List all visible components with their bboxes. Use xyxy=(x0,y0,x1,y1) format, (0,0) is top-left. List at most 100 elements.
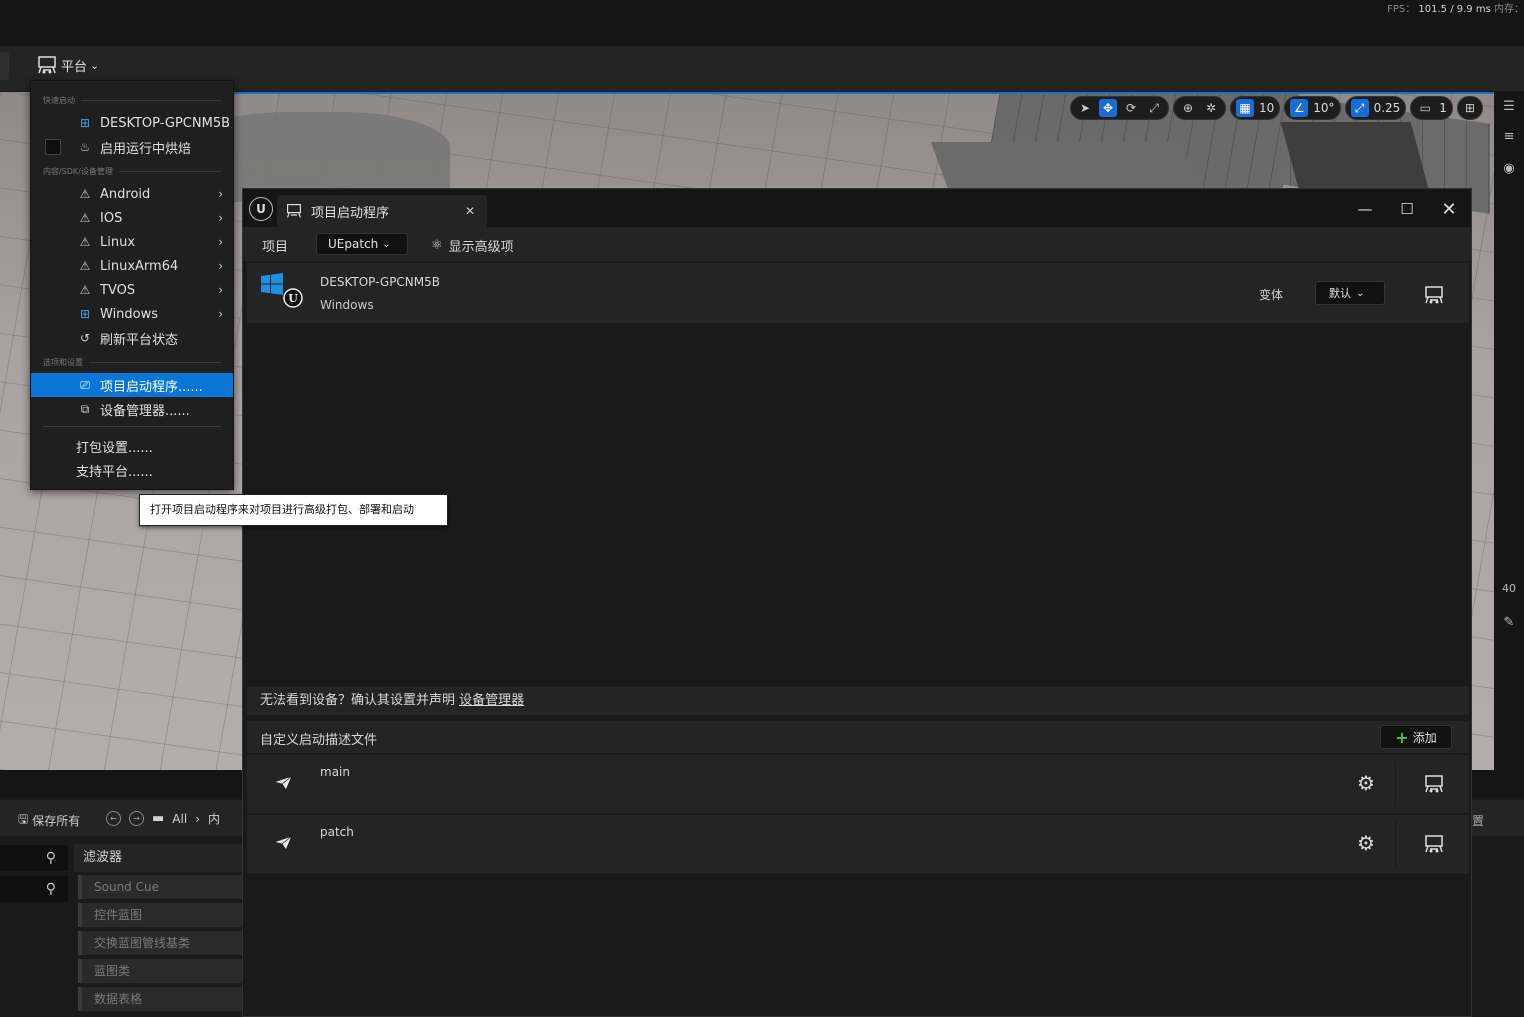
refresh-icon: ↺ xyxy=(79,331,91,345)
project-value: UEpatch xyxy=(328,237,379,251)
toolbar-handle[interactable] xyxy=(0,52,9,80)
back-icon[interactable]: ← xyxy=(106,811,121,826)
camera-icon[interactable]: ▭ xyxy=(1416,99,1434,117)
section-quick-launch: 快速启动 xyxy=(43,95,221,106)
search-icon: ⚲ xyxy=(45,850,56,866)
menu-item-label: 打包设置...... xyxy=(76,440,153,456)
filter-icon[interactable]: ≡ xyxy=(1497,124,1521,148)
menu-item-project-launcher[interactable]: ⎚ 项目启动程序...... xyxy=(31,373,233,397)
select-icon[interactable]: ➤ xyxy=(1076,99,1094,117)
menu-item-linuxarm64[interactable]: ⚠ LinuxArm64 › xyxy=(31,254,233,278)
tab-project-launcher[interactable]: 项目启动程序 ✕ xyxy=(277,195,487,227)
menu-item-device-manager[interactable]: ⧉ 设备管理器...... xyxy=(31,397,233,421)
menu-item-linux[interactable]: ⚠ Linux › xyxy=(31,230,233,254)
outliner-icon[interactable]: ☰ xyxy=(1497,94,1521,118)
menu-item-label: Linux xyxy=(100,234,136,250)
device-row[interactable] xyxy=(247,263,1469,323)
grid-snap-group[interactable]: ▦ 10 xyxy=(1230,96,1281,120)
grid-snap-value[interactable]: 10 xyxy=(1259,101,1274,115)
menu-item-quick-launch-device[interactable]: ⊞ DESKTOP-GPCNM5B xyxy=(31,111,233,135)
menu-item-packaging-settings[interactable]: 打包设置...... xyxy=(31,434,233,458)
device-manager-link[interactable]: 设备管理器 xyxy=(459,693,524,708)
profile-name: patch xyxy=(320,825,354,839)
filter-item[interactable]: 交换蓝图管线基类 xyxy=(78,931,242,955)
menu-item-android[interactable]: ⚠ Android › xyxy=(31,182,233,206)
layout-group[interactable]: ⊞ xyxy=(1456,96,1483,120)
settings-label[interactable]: 置 xyxy=(1472,812,1484,829)
gear-icon[interactable]: ⚙ xyxy=(1355,771,1377,795)
surface-snap-icon[interactable]: ✲ xyxy=(1202,99,1220,117)
camera-speed-group[interactable]: ▭ 1 xyxy=(1410,96,1453,120)
search-input[interactable]: ⚲ xyxy=(0,876,68,902)
menu-item-label: DESKTOP-GPCNM5B xyxy=(100,115,231,131)
add-profile-button[interactable]: + 添加 xyxy=(1380,725,1452,749)
menu-item-windows[interactable]: ⊞ Windows › xyxy=(31,302,233,326)
rotate-icon[interactable]: ⟳ xyxy=(1122,99,1140,117)
project-select[interactable]: UEpatch ⌄ xyxy=(316,233,408,255)
search-input[interactable]: ⚲ xyxy=(0,845,68,871)
menu-item-ios[interactable]: ⚠ IOS › xyxy=(31,206,233,230)
scale-snap-value[interactable]: 0.25 xyxy=(1374,101,1401,115)
menu-item-refresh-status[interactable]: ↺ 刷新平台状态 xyxy=(31,326,233,350)
close-window-button[interactable]: ✕ xyxy=(1439,199,1459,220)
paper-plane-icon xyxy=(273,775,293,791)
scale-snap-group[interactable]: ⤢ 0.25 xyxy=(1344,96,1407,120)
section-options: 选项和设置 xyxy=(43,357,221,368)
filter-item[interactable]: 数据表格 xyxy=(78,987,242,1011)
folder-icon[interactable]: ▬ xyxy=(152,811,164,826)
breadcrumb-next[interactable]: 内 xyxy=(208,810,220,827)
launcher-icon: ⎚ xyxy=(80,377,90,392)
variant-select[interactable]: 默认 ⌄ xyxy=(1315,281,1385,305)
viewport-geometry xyxy=(1280,122,1430,192)
coordinate-tools: ⊕ ✲ xyxy=(1173,96,1226,120)
menu-item-label: IOS xyxy=(100,210,123,226)
filter-item[interactable]: 控件蓝图 xyxy=(78,903,242,927)
close-icon[interactable]: ✕ xyxy=(465,204,475,218)
menu-item-label: 设备管理器...... xyxy=(100,403,190,419)
menu-item-supported-platforms[interactable]: 支持平台...... xyxy=(31,458,233,482)
angle-icon[interactable]: ∠ xyxy=(1290,99,1309,117)
angle-snap-group[interactable]: ∠ 10° xyxy=(1284,96,1341,120)
profile-row[interactable]: main ⚙ xyxy=(247,755,1469,813)
breadcrumb: ← → ▬ All › 内 xyxy=(106,810,220,827)
launch-device-icon[interactable] xyxy=(1423,285,1445,305)
platform-menu-button[interactable]: 平台 ⌄ xyxy=(36,54,99,76)
world-icon[interactable]: ⊕ xyxy=(1179,99,1197,117)
device-hint-text: 无法看到设备？确认其设置并声明 xyxy=(260,693,460,708)
eye-icon[interactable]: ◉ xyxy=(1497,156,1521,180)
warning-icon: ⚠ xyxy=(79,283,91,297)
cook-on-fly-checkbox[interactable] xyxy=(45,139,61,155)
save-all-button[interactable]: 🖫 保存所有 xyxy=(18,810,80,831)
device-manager-icon: ⧉ xyxy=(80,401,90,416)
breadcrumb-all[interactable]: All xyxy=(172,812,187,826)
gear-icon[interactable]: ⚙ xyxy=(1355,831,1377,855)
section-label: 内容/SDK/设备管理 xyxy=(43,167,113,176)
forward-icon[interactable]: → xyxy=(129,811,144,826)
menu-item-cook-on-fly[interactable]: ♨ 启用运行中烘焙 xyxy=(31,135,233,159)
menu-item-label: 支持平台...... xyxy=(76,464,153,480)
chevron-down-icon: ⌄ xyxy=(90,58,100,72)
maximize-button[interactable]: ☐ xyxy=(1397,199,1417,219)
camera-speed-value[interactable]: 1 xyxy=(1439,101,1447,115)
angle-snap-value[interactable]: 10° xyxy=(1313,101,1334,115)
scale-icon[interactable]: ⤢ xyxy=(1145,99,1163,117)
launch-profile-icon[interactable] xyxy=(1423,774,1445,794)
grid-icon[interactable]: ▦ xyxy=(1236,99,1254,117)
filter-item[interactable]: Sound Cue xyxy=(78,875,242,899)
minimize-button[interactable]: — xyxy=(1355,199,1375,219)
frame-time: / 9.9 ms xyxy=(1450,4,1491,15)
profile-row[interactable]: patch ⚙ xyxy=(247,815,1469,873)
layout-icon[interactable]: ⊞ xyxy=(1461,99,1479,117)
translate-icon[interactable]: ✥ xyxy=(1099,99,1117,117)
edit-icon[interactable]: ✎ xyxy=(1497,610,1521,634)
menu-item-tvos[interactable]: ⚠ TVOS › xyxy=(31,278,233,302)
show-advanced-toggle[interactable]: ⚛ 显示高级项 xyxy=(431,236,514,255)
scale-snap-icon[interactable]: ⤢ xyxy=(1350,99,1369,117)
launcher-toolbar xyxy=(243,227,1471,261)
launch-profile-icon[interactable] xyxy=(1423,834,1445,854)
filter-item[interactable]: 蓝图类 xyxy=(78,959,242,983)
transform-tools: ➤ ✥ ⟳ ⤢ xyxy=(1070,96,1169,120)
variant-label: 变体 xyxy=(1259,288,1284,302)
steam-icon: ♨ xyxy=(79,140,91,154)
device-hint: 无法看到设备？确认其设置并声明 设备管理器 xyxy=(247,687,1469,715)
